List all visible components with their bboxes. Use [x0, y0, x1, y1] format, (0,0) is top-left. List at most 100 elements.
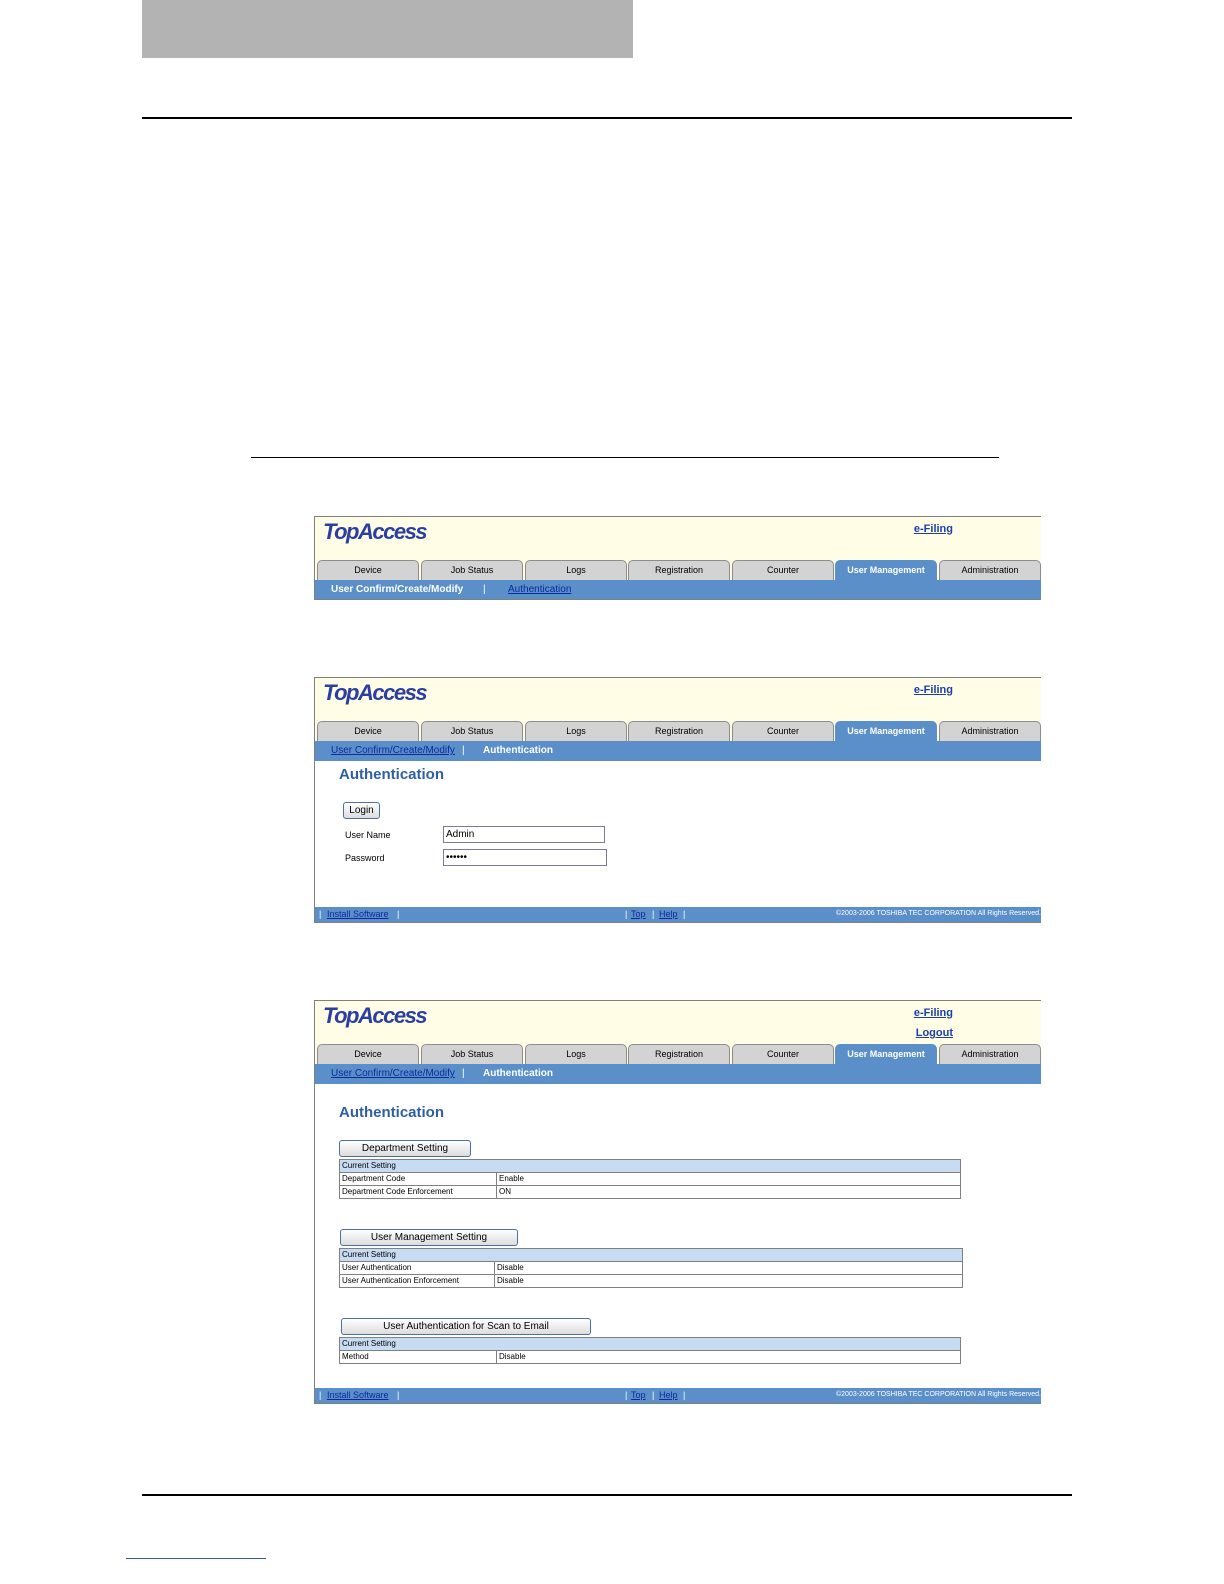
- username-label: User Name: [345, 830, 391, 840]
- table-row: User Authentication Enforcement Disable: [339, 1274, 963, 1288]
- setting-name: User Authentication: [339, 1261, 495, 1275]
- tab-counter[interactable]: Counter: [732, 721, 834, 741]
- setting-value: Disable: [494, 1261, 963, 1275]
- subnav-user-confirm-create-modify-link[interactable]: User Confirm/Create/Modify: [331, 745, 455, 756]
- table-header: Current Setting: [339, 1337, 961, 1351]
- subnav-user-confirm-create-modify-link[interactable]: User Confirm/Create/Modify: [331, 1068, 455, 1079]
- top-link[interactable]: Top: [631, 909, 646, 919]
- subnav-authentication[interactable]: Authentication: [483, 745, 553, 756]
- user-management-setting-button[interactable]: User Management Setting: [340, 1229, 518, 1246]
- tab-device[interactable]: Device: [317, 1044, 419, 1064]
- tab-counter[interactable]: Counter: [732, 1044, 834, 1064]
- setting-name: Department Code Enforcement: [339, 1185, 497, 1199]
- efiling-link[interactable]: e-Filing: [914, 523, 953, 535]
- install-software-link[interactable]: Install Software: [327, 909, 389, 919]
- screenshot-authentication-settings: TopAccess e-Filing Logout Device Job Sta…: [314, 1000, 1041, 1404]
- setting-name: Department Code: [339, 1172, 497, 1186]
- table-header: Current Setting: [339, 1159, 961, 1173]
- chapter-header-block: [142, 0, 633, 58]
- main-tabs: Device Job Status Logs Registration Coun…: [315, 721, 1041, 741]
- setting-value: ON: [496, 1185, 961, 1199]
- sub-navigation: User Confirm/Create/Modify | Authenticat…: [315, 1064, 1041, 1084]
- user-management-setting-table: Current Setting User Authentication Disa…: [339, 1248, 963, 1288]
- footer-bar: |: [319, 909, 322, 919]
- setting-value: Disable: [496, 1350, 961, 1364]
- footer-bar: |: [625, 909, 628, 919]
- screenshot-user-management-menu: TopAccess e-Filing Device Job Status Log…: [314, 516, 1041, 600]
- subnav-user-confirm-create-modify[interactable]: User Confirm/Create/Modify: [331, 584, 463, 595]
- scan-to-email-auth-button[interactable]: User Authentication for Scan to Email: [341, 1318, 591, 1335]
- section-rule: [251, 457, 999, 458]
- page-footer: | Install Software | | Top | Help | ©200…: [315, 907, 1041, 922]
- footer-bar: |: [319, 1390, 322, 1400]
- page-title: Authentication: [339, 1104, 444, 1121]
- tab-device[interactable]: Device: [317, 721, 419, 741]
- password-input[interactable]: [443, 849, 607, 866]
- tab-registration[interactable]: Registration: [628, 1044, 730, 1064]
- header-rule: [142, 117, 1072, 119]
- tab-administration[interactable]: Administration: [939, 721, 1041, 741]
- footer-bar: |: [683, 1390, 686, 1400]
- tab-user-management[interactable]: User Management: [835, 721, 937, 741]
- tab-registration[interactable]: Registration: [628, 721, 730, 741]
- install-software-link[interactable]: Install Software: [327, 1390, 389, 1400]
- setting-name: User Authentication Enforcement: [339, 1274, 495, 1288]
- table-row: Department Code Enable: [339, 1172, 961, 1186]
- scan-to-email-setting-table: Current Setting Method Disable: [339, 1337, 961, 1364]
- tab-logs[interactable]: Logs: [525, 560, 627, 580]
- help-link[interactable]: Help: [659, 909, 678, 919]
- main-tabs: Device Job Status Logs Registration Coun…: [315, 560, 1041, 580]
- screenshot-authentication-login: TopAccess e-Filing Device Job Status Log…: [314, 677, 1041, 923]
- setting-value: Disable: [494, 1274, 963, 1288]
- topaccess-logo: TopAccess: [323, 519, 428, 544]
- tab-user-management[interactable]: User Management: [835, 1044, 937, 1064]
- subnav-separator: |: [462, 745, 465, 756]
- topaccess-header: TopAccess e-Filing: [315, 678, 1041, 721]
- topaccess-logo: TopAccess: [323, 1003, 428, 1028]
- efiling-link[interactable]: e-Filing: [914, 684, 953, 696]
- tab-administration[interactable]: Administration: [939, 560, 1041, 580]
- tab-device[interactable]: Device: [317, 560, 419, 580]
- setting-name: Method: [339, 1350, 497, 1364]
- topaccess-header: TopAccess e-Filing: [315, 517, 1041, 560]
- footer-bar: |: [625, 1390, 628, 1400]
- topaccess-logo: TopAccess: [323, 680, 428, 705]
- tab-registration[interactable]: Registration: [628, 560, 730, 580]
- efiling-link[interactable]: e-Filing: [914, 1007, 953, 1019]
- tab-job-status[interactable]: Job Status: [421, 721, 523, 741]
- department-setting-button[interactable]: Department Setting: [339, 1140, 471, 1157]
- page-footer: | Install Software | | Top | Help | ©200…: [315, 1388, 1041, 1403]
- sub-navigation: User Confirm/Create/Modify | Authenticat…: [315, 580, 1041, 599]
- footnote-link-line: [126, 1558, 266, 1559]
- tab-logs[interactable]: Logs: [525, 1044, 627, 1064]
- table-header: Current Setting: [339, 1248, 963, 1262]
- tab-counter[interactable]: Counter: [732, 560, 834, 580]
- subnav-authentication[interactable]: Authentication: [483, 1068, 553, 1079]
- subnav-authentication-link[interactable]: Authentication: [508, 584, 571, 595]
- table-row: Department Code Enforcement ON: [339, 1185, 961, 1199]
- top-link[interactable]: Top: [631, 1390, 646, 1400]
- footer-rule: [142, 1494, 1072, 1496]
- footer-bar: |: [652, 1390, 655, 1400]
- tab-user-management[interactable]: User Management: [835, 560, 937, 580]
- tab-administration[interactable]: Administration: [939, 1044, 1041, 1064]
- copyright-text: ©2003-2006 TOSHIBA TEC CORPORATION All R…: [836, 1391, 1041, 1398]
- main-tabs: Device Job Status Logs Registration Coun…: [315, 1044, 1041, 1064]
- sub-navigation: User Confirm/Create/Modify | Authenticat…: [315, 741, 1041, 761]
- table-row: Method Disable: [339, 1350, 961, 1364]
- username-input[interactable]: [443, 826, 605, 843]
- setting-value: Enable: [496, 1172, 961, 1186]
- tab-job-status[interactable]: Job Status: [421, 560, 523, 580]
- tab-job-status[interactable]: Job Status: [421, 1044, 523, 1064]
- footer-bar: |: [397, 909, 400, 919]
- table-row: User Authentication Disable: [339, 1261, 963, 1275]
- topaccess-header: TopAccess e-Filing Logout: [315, 1001, 1041, 1044]
- help-link[interactable]: Help: [659, 1390, 678, 1400]
- department-setting-table: Current Setting Department Code Enable D…: [339, 1159, 961, 1199]
- logout-link[interactable]: Logout: [916, 1027, 953, 1039]
- password-label: Password: [345, 853, 385, 863]
- login-button[interactable]: Login: [343, 802, 380, 819]
- footer-bar: |: [683, 909, 686, 919]
- subnav-separator: |: [462, 1068, 465, 1079]
- tab-logs[interactable]: Logs: [525, 721, 627, 741]
